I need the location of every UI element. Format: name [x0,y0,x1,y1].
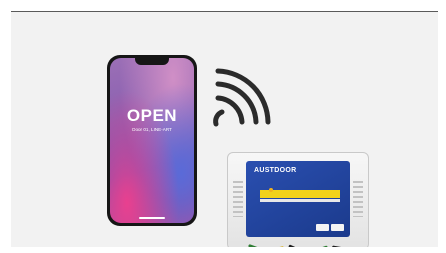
controller-button [316,224,329,231]
wire [248,244,266,247]
vent-left [233,181,243,217]
status-led [269,188,273,192]
open-headline: OPEN [126,106,178,125]
controller-label-panel: AUSTDOOR [246,161,350,237]
product-image-frame: OPEN Door 01, LINE-ART AUSTDOOR [11,11,438,247]
wire [267,245,285,247]
home-indicator [139,217,165,219]
door-subtitle: Door 01, LINE-ART [132,127,172,132]
kit-sub-strip [260,199,340,202]
wire [288,244,306,247]
phone-screen: OPEN Door 01, LINE-ART [110,58,194,223]
wire [331,245,351,247]
phone-notch [135,58,169,65]
controller-button [331,224,344,231]
controller-box: AUSTDOOR [227,152,369,247]
wireless-signal-icon [213,68,271,127]
wire [311,245,329,247]
controller-buttons [316,224,344,231]
smartphone: OPEN Door 01, LINE-ART [107,55,197,226]
brand-logo: AUSTDOOR [254,167,297,174]
vent-right [353,181,363,217]
